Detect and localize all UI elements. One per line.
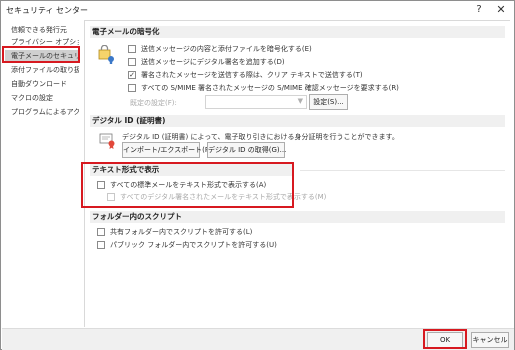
sidebar-item-label: マクロの設定 <box>11 94 53 102</box>
clear-text-signed-checkbox[interactable]: ✓ <box>128 71 136 79</box>
default-setting-select[interactable]: ▼ <box>205 95 307 109</box>
default-setting-label: 既定の設定(F): <box>130 99 177 107</box>
digital-id-description: デジタル ID (証明書) によって、電子取り引きにおける身分証明を行うことがで… <box>122 133 399 141</box>
help-icon[interactable]: ? <box>468 2 490 18</box>
get-digital-id-button[interactable]: デジタル ID の取得(G)... <box>207 142 286 158</box>
settings-panel: 電子メールの暗号化 送信メッセージの内容と添付ファイルを暗号化する(E) 送信メ… <box>81 20 510 327</box>
certificate-icon <box>99 132 117 150</box>
sidebar-selection-highlight <box>2 46 80 63</box>
sidebar-item-trusted-publishers[interactable]: 信頼できる発行元 <box>5 24 79 36</box>
clear-text-signed-label: 署名されたメッセージを送信する際は、クリア テキストで送信する(T) <box>141 71 363 79</box>
encrypt-contents-label: 送信メッセージの内容と添付ファイルを暗号化する(E) <box>141 45 312 53</box>
section-heading-folder-script: フォルダー内のスクリプト <box>90 211 505 223</box>
sidebar-item-label: 信頼できる発行元 <box>11 26 67 34</box>
sidebar-item-programmatic-access[interactable]: プログラムによるアクセス <box>5 106 79 118</box>
plain-text-highlight-box <box>81 162 294 208</box>
title-bar: セキュリティ センター ? ✕ <box>1 1 514 19</box>
add-signature-checkbox[interactable] <box>128 58 136 66</box>
chevron-down-icon: ▼ <box>297 97 303 105</box>
sidebar-item-label: 添付ファイルの取り扱い <box>11 66 79 74</box>
ok-button-highlight-box <box>423 329 467 349</box>
section-divider <box>300 170 505 171</box>
sidebar-item-label: 自動ダウンロード <box>11 80 67 88</box>
sidebar-item-macro-settings[interactable]: マクロの設定 <box>5 92 79 104</box>
public-folder-script-label: パブリック フォルダー内でスクリプトを許可する(U) <box>110 241 277 249</box>
section-heading-digital-id: デジタル ID (証明書) <box>90 115 505 127</box>
close-icon[interactable]: ✕ <box>490 2 512 18</box>
lock-key-icon <box>97 44 117 65</box>
sidebar-item-label: プライバシー オプション <box>11 38 79 46</box>
settings-button[interactable]: 設定(S)... <box>309 94 348 110</box>
add-signature-label: 送信メッセージにデジタル署名を追加する(D) <box>141 58 285 66</box>
smime-receipt-label: すべての S/MIME 署名されたメッセージの S/MIME 確認メッセージを要… <box>141 84 399 92</box>
sidebar: 信頼できる発行元 プライバシー オプション 電子メールのセキュリティ 添付ファイ… <box>3 20 81 327</box>
public-folder-script-checkbox[interactable] <box>97 241 105 249</box>
cancel-button[interactable]: キャンセル <box>471 332 509 348</box>
sidebar-item-attachment-handling[interactable]: 添付ファイルの取り扱い <box>5 64 79 76</box>
window-title: セキュリティ センター <box>6 6 89 15</box>
smime-receipt-checkbox[interactable] <box>128 84 136 92</box>
section-heading-encrypted-email: 電子メールの暗号化 <box>90 26 505 38</box>
shared-folder-script-label: 共有フォルダー内でスクリプトを許可する(L) <box>110 228 253 236</box>
shared-folder-script-checkbox[interactable] <box>97 228 105 236</box>
encrypt-contents-checkbox[interactable] <box>128 45 136 53</box>
import-export-button[interactable]: インポート/エクスポート(P)... <box>122 142 219 158</box>
trust-center-dialog: セキュリティ センター ? ✕ 信頼できる発行元 プライバシー オプション 電子… <box>0 0 515 350</box>
sidebar-item-label: プログラムによるアクセス <box>11 108 79 116</box>
sidebar-item-automatic-download[interactable]: 自動ダウンロード <box>5 78 79 90</box>
